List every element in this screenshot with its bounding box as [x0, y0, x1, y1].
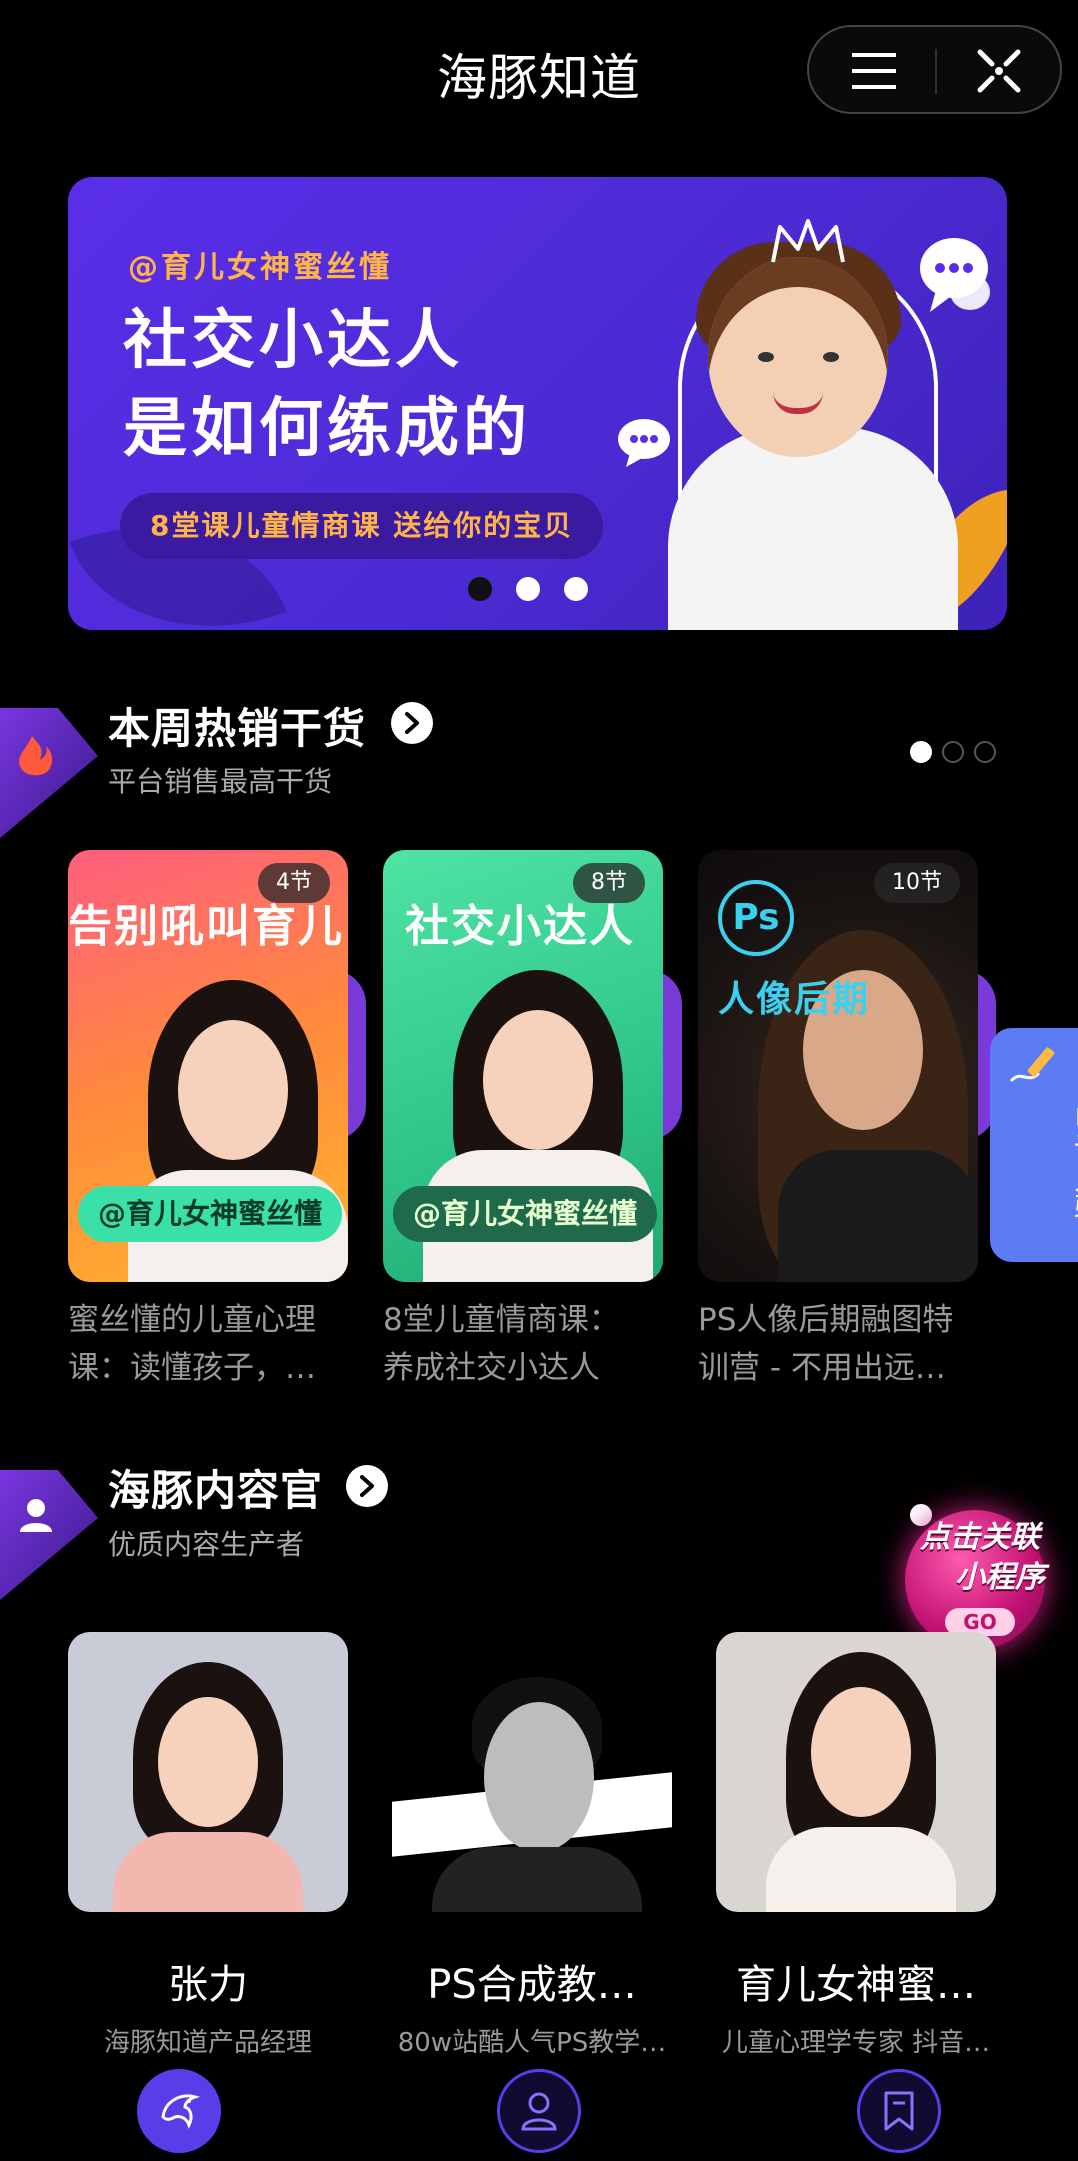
creator-card[interactable]: 张力 海豚知道产品经理 — [68, 1632, 348, 2059]
course-thumbnail: Ps 人像后期 10节 — [698, 850, 978, 1282]
lesson-count-badge: 10节 — [874, 863, 960, 903]
tab-bookmark[interactable] — [857, 2069, 941, 2153]
pagination-dot[interactable] — [942, 741, 964, 763]
course-thumb-author: @育儿女神蜜丝懂 — [393, 1186, 658, 1242]
course-title-line: 训营 - 不用出远… — [698, 1350, 946, 1386]
close-target-icon — [977, 49, 1021, 93]
course-card[interactable]: 告别吼叫育儿 @育儿女神蜜丝懂 4节 蜜丝懂的儿童心理 课：读懂孩子，… — [68, 850, 348, 1392]
pagination-dot[interactable] — [974, 741, 996, 763]
banner-title: 社交小达人 是如何练成的 — [123, 297, 531, 473]
banner-title-line2: 是如何练成的 — [123, 392, 531, 466]
chat-bubble-icon — [618, 419, 670, 467]
apply-join-label: 申请入驻 — [1068, 1103, 1078, 1223]
banner-author: @育儿女神蜜丝懂 — [128, 250, 392, 285]
course-title: PS人像后期融图特 训营 - 不用出远… — [698, 1296, 978, 1392]
creator-avatar — [68, 1632, 348, 1912]
course-thumbnail: 社交小达人 @育儿女神蜜丝懂 8节 — [383, 850, 663, 1282]
eye — [758, 352, 774, 362]
creator-section-title[interactable]: 海豚内容官 — [108, 1457, 323, 1518]
creator-avatar — [392, 1632, 672, 1912]
menu-button[interactable] — [844, 41, 904, 101]
chevron-right-icon — [405, 712, 419, 734]
course-title: 蜜丝懂的儿童心理 课：读懂孩子，… — [68, 1296, 348, 1392]
profile-icon — [521, 2092, 557, 2131]
close-button[interactable] — [969, 41, 1029, 101]
lesson-count-badge: 4节 — [258, 863, 330, 903]
creator-desc: 海豚知道产品经理 — [103, 2028, 312, 2058]
top-nav-bar: 海豚知道 — [0, 0, 1078, 150]
menu-icon — [852, 53, 896, 89]
crown-icon — [771, 219, 845, 263]
hot-section-badge — [0, 708, 98, 838]
promo-banner[interactable]: @育儿女神蜜丝懂 社交小达人 是如何练成的 8堂课儿童情商课 送给你的宝贝 — [68, 177, 1007, 630]
course-thumbnail: 告别吼叫育儿 @育儿女神蜜丝懂 4节 — [68, 850, 348, 1282]
course-title-line: 8堂儿童情商课： — [383, 1302, 620, 1338]
creator-section-more-button[interactable] — [346, 1465, 388, 1507]
chat-bubble-icon — [920, 238, 990, 312]
creator-card[interactable]: PS合成教… 80w站酷人气PS教学… — [392, 1632, 672, 2059]
pagination-dot[interactable] — [910, 741, 932, 763]
creator-avatar — [716, 1632, 996, 1912]
promo-line: 点击关联 — [920, 1520, 1040, 1555]
course-title-line: PS人像后期融图特 — [698, 1302, 954, 1338]
promo-text: 点击关联 小程序 — [890, 1518, 1070, 1598]
creator-desc: 80w站酷人气PS教学… — [397, 2028, 667, 2058]
bookmark-icon — [884, 2091, 914, 2131]
pagination-dot[interactable] — [516, 577, 540, 601]
lesson-count-badge: 8节 — [573, 863, 645, 903]
hot-section-pagination — [910, 741, 996, 763]
creator-card[interactable]: 育儿女神蜜… 儿童心理学专家 抖音… — [716, 1632, 996, 2059]
creator-desc: 儿童心理学专家 抖音… — [721, 2028, 991, 2058]
tab-home[interactable] — [137, 2069, 221, 2153]
course-thumb-headline: 人像后期 — [718, 979, 871, 1020]
hot-section-more-button[interactable] — [391, 702, 433, 744]
pagination-dot[interactable] — [564, 577, 588, 601]
hot-section-title[interactable]: 本周热销干货 — [108, 695, 366, 756]
hot-section-subtitle: 平台销售最高干货 — [108, 765, 333, 798]
banner-pagination — [468, 577, 588, 601]
banner-pill: 8堂课儿童情商课 送给你的宝贝 — [120, 493, 604, 559]
creator-name: 育儿女神蜜… — [736, 1962, 976, 2008]
course-card[interactable]: 社交小达人 @育儿女神蜜丝懂 8节 8堂儿童情商课： 养成社交小达人 — [383, 850, 663, 1392]
chevron-right-icon — [360, 1475, 374, 1497]
creator-section-badge — [0, 1470, 98, 1600]
mini-program-promo-button[interactable]: 点击关联 小程序 GO — [890, 1500, 1070, 1650]
course-title-line: 蜜丝懂的儿童心理 — [68, 1302, 316, 1338]
eye — [823, 352, 839, 362]
course-title: 8堂儿童情商课： 养成社交小达人 — [383, 1296, 663, 1392]
capsule-divider — [935, 49, 937, 94]
creator-section-subtitle: 优质内容生产者 — [108, 1528, 305, 1561]
pagination-dot[interactable] — [468, 577, 492, 601]
creator-name: PS合成教… — [427, 1962, 637, 2008]
tab-profile[interactable] — [497, 2069, 581, 2153]
course-thumb-author: @育儿女神蜜丝懂 — [78, 1186, 343, 1242]
creator-name: 张力 — [168, 1962, 248, 2008]
apply-join-tab[interactable]: 申请入驻 — [990, 1028, 1078, 1262]
banner-child-face — [708, 257, 888, 457]
banner-title-line1: 社交小达人 — [123, 304, 463, 378]
course-title-line: 课：读懂孩子，… — [68, 1350, 316, 1386]
photoshop-logo: Ps — [718, 880, 794, 956]
course-card[interactable]: Ps 人像后期 10节 PS人像后期融图特 训营 - 不用出远… — [698, 850, 978, 1392]
course-title-line: 养成社交小达人 — [383, 1350, 600, 1386]
promo-line: 小程序 — [955, 1560, 1045, 1595]
banner-child-photo — [668, 427, 958, 630]
mini-program-capsule — [807, 25, 1062, 114]
dolphin-icon — [161, 2094, 201, 2129]
pen-icon — [1010, 1047, 1055, 1082]
